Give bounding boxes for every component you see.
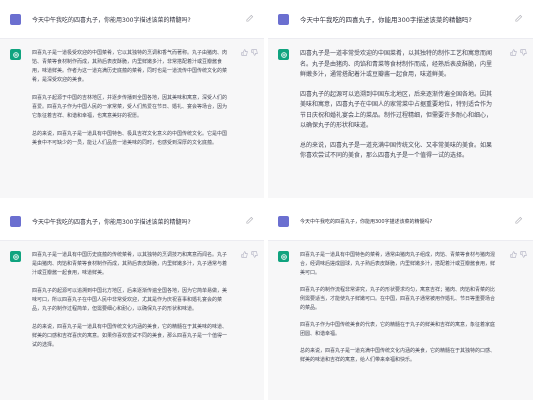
user-avatar [10,215,21,227]
feedback-buttons [241,251,258,258]
thumbs-down-icon[interactable] [251,251,258,258]
assistant-answer: 四喜丸子是一道非常受欢迎的中国菜肴，以其独特的制作工艺和寓意而闻名。丸子是由猪肉… [300,49,497,162]
chatgpt-logo-icon [10,251,21,262]
feedback-buttons [510,49,527,56]
user-question: 今天中午我吃的四喜丸子，你能用300字描述该菜的精髓吗? [32,16,191,24]
chatgpt-logo-icon [10,49,21,60]
feedback-buttons [241,49,258,56]
user-question: 今天中午我吃的四喜丸子，你能用300字描述该菜的精髓吗? [32,218,191,226]
answer-paragraph: 四喜丸子作为中国传统美食的代表，它的精髓在于丸子的鲜美和吉祥的寓意，象征着家庭团… [300,322,496,337]
chat-panel-4: 今天中午我吃的四喜丸子，你能用300字描述该菜的精髓吗? 四喜丸子是一道具有中国… [268,202,533,400]
answer-paragraph: 四喜丸子起源于中国的吉林地区，并逐步传播到全国各地，因其美味和寓意，深受人们的喜… [32,95,228,119]
user-question: 今天中午我吃的四喜丸子，你能用300字描述该菜的精髓吗? [300,218,433,225]
answer-paragraph: 总的来说，四喜丸子是一道充满中国传统文化内涵的美食，它的精髓在于其独特的口感、鲜… [300,348,496,363]
thumbs-up-icon[interactable] [510,251,517,258]
assistant-message: 四喜丸子是一道具有中国特色的菜肴，通常由猪肉丸子组成，肉馅、青菜等食材与猪肉混合… [268,240,533,400]
assistant-answer: 四喜丸子是一道极受欢迎的中国菜肴，它以其独特的烹调和香气而著称。丸子由猪肉、肉馅… [32,49,228,148]
assistant-answer: 四喜丸子是一道具有中国特色的菜肴，通常由猪肉丸子组成，肉馅、青菜等食材与猪肉混合… [300,251,497,365]
chat-panel-3: 今天中午我吃的四喜丸子，你能用300字描述该菜的精髓吗? 四喜丸子是一道具有中国… [0,202,264,400]
answer-paragraph: 四喜丸子是一道具有中国特色的菜肴，通常由猪肉丸子组成，肉馅、青菜等食材与猪肉混合… [300,252,496,276]
thumbs-down-icon[interactable] [251,49,258,56]
user-message: 今天中午我吃的四喜丸子，你能用300字描述该菜的精髓吗? [0,0,264,38]
answer-paragraph: 总的来说，四喜丸子是一道具有中国传统文化内涵的美食，它的精髓在于其美味的味道、鲜… [32,324,228,348]
thumbs-up-icon[interactable] [241,49,248,56]
assistant-message: 四喜丸子是一道极受欢迎的中国菜肴，它以其独特的烹调和香气而著称。丸子由猪肉、肉馅… [0,38,264,198]
thumbs-up-icon[interactable] [241,251,248,258]
thumbs-up-icon[interactable] [510,49,517,56]
answer-paragraph: 总的来说，四喜丸子是一道具有中国特色、极具吉祥文化意义的中国传统文化。它是中国美… [32,131,228,146]
edit-icon[interactable] [514,216,523,225]
answer-paragraph: 四喜丸子是一道极受欢迎的中国菜肴，它以其独特的烹调和香气而著称。丸子由猪肉、肉馅… [32,50,228,83]
user-message: 今天中午我吃的四喜丸子，你能用300字描述该菜的精髓吗? [0,202,264,240]
assistant-message: 四喜丸子是一道非常受欢迎的中国菜肴，以其独特的制作工艺和寓意而闻名。丸子是由猪肉… [268,38,533,198]
chat-panel-2: 今天中午我吃的四喜丸子，你能用300字描述该菜的精髓吗? 四喜丸子是一道非常受欢… [268,0,533,198]
assistant-answer: 四喜丸子是一道具有中国历史底蕴的传统菜肴，以其独特的烹调技巧和寓意而闻名。丸子是… [32,251,228,350]
thumbs-down-icon[interactable] [520,251,527,258]
answer-paragraph: 四喜丸子的制作流程非常讲究，丸子的形状要求均匀，寓意吉祥；猪肉、肉馅和青菜的比例… [300,287,496,311]
answer-paragraph: 四喜丸子是一道具有中国历史底蕴的传统菜肴，以其独特的烹调技巧和寓意而闻名。丸子是… [32,252,228,276]
edit-icon[interactable] [245,14,254,23]
user-avatar [278,215,289,227]
answer-paragraph: 总的来说，四喜丸子是一道充满中国传统文化、又非常美味的美食。如果你喜欢尝试不同的… [300,141,493,160]
assistant-message: 四喜丸子是一道具有中国历史底蕴的传统菜肴，以其独特的烹调技巧和寓意而闻名。丸子是… [0,240,264,400]
answer-paragraph: 四喜丸子的起源可以追溯到中国北方地区，后来逐渐传遍全国各地，因为它简单易做，美味… [32,288,228,312]
user-avatar [278,13,289,25]
chat-panel-1: 今天中午我吃的四喜丸子，你能用300字描述该菜的精髓吗? 四喜丸子是一道极受欢迎… [0,0,264,198]
feedback-buttons [510,251,527,258]
edit-icon[interactable] [245,216,254,225]
user-message: 今天中午我吃的四喜丸子，你能用300字描述该菜的精髓吗? [268,0,533,38]
thumbs-down-icon[interactable] [520,49,527,56]
user-question: 今天中午我吃的四喜丸子，你能用300字描述该菜的精髓吗? [300,16,472,24]
answer-paragraph: 四喜丸子是一道非常受欢迎的中国菜肴，以其独特的制作工艺和寓意而闻名。丸子是由猪肉… [300,50,493,78]
answer-paragraph: 四喜丸子的起源可以追溯到中国东北地区，后来逐渐传遍全国各地。因其美味和寓意，四喜… [300,90,493,130]
user-avatar [10,13,21,25]
chatgpt-logo-icon [278,251,289,262]
edit-icon[interactable] [514,14,523,23]
chatgpt-logo-icon [278,49,289,60]
user-message: 今天中午我吃的四喜丸子，你能用300字描述该菜的精髓吗? [268,202,533,240]
